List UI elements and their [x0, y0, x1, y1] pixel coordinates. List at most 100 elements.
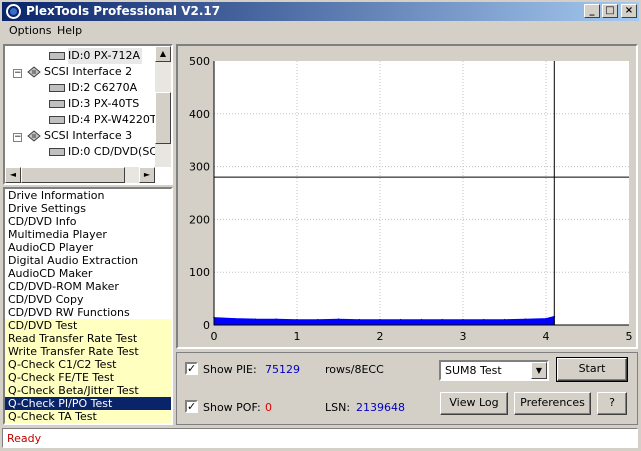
show-pof-label: Show POF:	[203, 401, 261, 414]
function-drive-settings[interactable]: Drive Settings	[5, 202, 171, 215]
pof-value: 0	[265, 401, 272, 414]
menu-help[interactable]: Help	[57, 24, 82, 37]
show-pie-checkbox[interactable]: ✓	[185, 362, 198, 375]
collapse-icon[interactable]: −	[13, 69, 22, 78]
y-tick-label: 400	[189, 108, 210, 121]
lsn-value: 2139648	[356, 401, 405, 414]
pie-data-point	[358, 318, 361, 321]
function-digital-audio-extraction[interactable]: Digital Audio Extraction	[5, 254, 171, 267]
pie-data-point	[316, 318, 319, 321]
preferences-button[interactable]: Preferences	[514, 392, 591, 415]
view-log-button[interactable]: View Log	[440, 392, 508, 415]
pie-data-point	[462, 318, 464, 321]
function-cd-dvd-copy[interactable]: CD/DVD Copy	[5, 293, 171, 306]
test-mode-value: SUM8 Test	[445, 364, 502, 377]
maximize-button[interactable]: □	[602, 4, 618, 18]
pie-data-point	[399, 318, 402, 321]
pie-data-point	[233, 317, 236, 320]
tree-item-drive[interactable]: ID:0 CD/DVD(SCSI)	[49, 144, 171, 160]
app-logo-icon	[6, 4, 21, 19]
tree-vertical-scrollbar[interactable]: ▲	[155, 46, 171, 167]
drive-icon	[49, 52, 65, 60]
function-list[interactable]: Drive Information Drive Settings CD/DVD …	[3, 187, 173, 425]
y-axis-ticks: 0 100 200 300 400 500	[189, 55, 210, 332]
function-audiocd-player[interactable]: AudioCD Player	[5, 241, 171, 254]
tree-item-interface[interactable]: SCSI Interface 2	[27, 64, 132, 80]
x-tick-label: 5	[626, 330, 633, 343]
x-tick-label: 1	[294, 330, 301, 343]
scroll-thumb[interactable]	[21, 167, 125, 183]
function-read-transfer-rate-test[interactable]: Read Transfer Rate Test	[5, 332, 171, 345]
tree-item-interface[interactable]: SCSI Interface 3	[27, 128, 132, 144]
x-tick-label: 3	[460, 330, 467, 343]
collapse-icon[interactable]: −	[13, 133, 22, 142]
start-button[interactable]: Start	[556, 357, 628, 382]
status-bar: Ready	[2, 428, 638, 448]
pie-data-point	[503, 318, 506, 321]
function-cd-dvd-info[interactable]: CD/DVD Info	[5, 215, 171, 228]
tree-item-drive[interactable]: ID:0 PX-712A	[49, 48, 143, 64]
y-tick-label: 100	[189, 266, 210, 279]
minimize-button[interactable]: _	[584, 4, 600, 18]
x-tick-label: 0	[211, 330, 218, 343]
function-drive-information[interactable]: Drive Information	[5, 189, 171, 202]
scroll-thumb[interactable]	[155, 92, 171, 144]
show-pof-checkbox[interactable]: ✓	[185, 400, 198, 413]
pie-data-point	[545, 317, 547, 320]
function-qcheck-pipo-test[interactable]: Q-Check PI/PO Test	[5, 397, 171, 410]
drive-icon	[49, 84, 65, 92]
pie-data-point	[482, 318, 485, 321]
scroll-up-icon[interactable]: ▲	[155, 46, 171, 62]
device-tree[interactable]: ID:0 PX-712A − SCSI Interface 2 ID:2 C62…	[3, 44, 173, 185]
function-qcheck-beta-jitter-test[interactable]: Q-Check Beta/Jitter Test	[5, 384, 171, 397]
function-multimedia-player[interactable]: Multimedia Player	[5, 228, 171, 241]
scroll-right-icon[interactable]: ►	[139, 167, 155, 183]
function-qcheck-c1c2-test[interactable]: Q-Check C1/C2 Test	[5, 358, 171, 371]
drive-icon	[49, 116, 65, 124]
scroll-left-icon[interactable]: ◄	[5, 167, 21, 183]
x-tick-label: 4	[543, 330, 550, 343]
function-write-transfer-rate-test[interactable]: Write Transfer Rate Test	[5, 345, 171, 358]
y-tick-label: 200	[189, 213, 210, 226]
pie-data-point	[379, 318, 381, 321]
app-window: PlexTools Professional V2.17 _ □ × Optio…	[0, 0, 641, 451]
x-axis-ticks: 0 1 2 3 4 5	[211, 330, 633, 343]
function-cd-dvd-test[interactable]: CD/DVD Test	[5, 319, 171, 332]
close-button[interactable]: ×	[621, 4, 637, 18]
tree-item-drive[interactable]: ID:3 PX-40TS	[49, 96, 139, 112]
lsn-label: LSN:	[325, 401, 351, 414]
status-text: Ready	[7, 432, 42, 445]
x-tick-label: 2	[377, 330, 384, 343]
tree-horizontal-scrollbar[interactable]: ◄ ►	[5, 167, 155, 183]
chart-panel: 0 100 200 300 400 500 0 1 2 3 4 5	[176, 44, 638, 349]
pie-unit: rows/8ECC	[325, 363, 384, 376]
pipo-chart: 0 100 200 300 400 500 0 1 2 3 4 5	[189, 55, 633, 343]
function-cd-dvd-rom-maker[interactable]: CD/DVD-ROM Maker	[5, 280, 171, 293]
pie-data-point	[254, 318, 257, 320]
window-title: PlexTools Professional V2.17	[26, 4, 221, 18]
function-qcheck-fete-test[interactable]: Q-Check FE/TE Test	[5, 371, 171, 384]
pie-value: 75129	[265, 363, 300, 376]
title-bar[interactable]: PlexTools Professional V2.17 _ □ ×	[2, 2, 639, 21]
pie-data-point	[441, 318, 444, 321]
plot-area	[214, 61, 629, 325]
tree-item-drive[interactable]: ID:4 PX-W4220T	[49, 112, 157, 128]
function-audiocd-maker[interactable]: AudioCD Maker	[5, 267, 171, 280]
scsi-interface-icon	[27, 66, 41, 78]
drive-icon	[49, 100, 65, 108]
function-cd-dvd-rw-functions[interactable]: CD/DVD RW Functions	[5, 306, 171, 319]
drive-icon	[49, 148, 65, 156]
pie-data-point	[275, 318, 278, 320]
function-qcheck-ta-test[interactable]: Q-Check TA Test	[5, 410, 171, 423]
pie-data-point	[337, 318, 340, 320]
show-pie-label: Show PIE:	[203, 363, 257, 376]
tree-item-drive[interactable]: ID:2 C6270A	[49, 80, 137, 96]
help-button[interactable]: ?	[597, 392, 627, 415]
y-tick-label: 300	[189, 161, 210, 174]
menu-options[interactable]: Options	[9, 24, 51, 37]
pie-data-point	[296, 318, 298, 321]
chevron-down-icon[interactable]: ▼	[531, 362, 547, 379]
menu-bar: Options Help	[2, 22, 639, 40]
test-mode-select[interactable]: SUM8 Test ▼	[439, 360, 549, 381]
pie-data-point	[420, 318, 423, 321]
